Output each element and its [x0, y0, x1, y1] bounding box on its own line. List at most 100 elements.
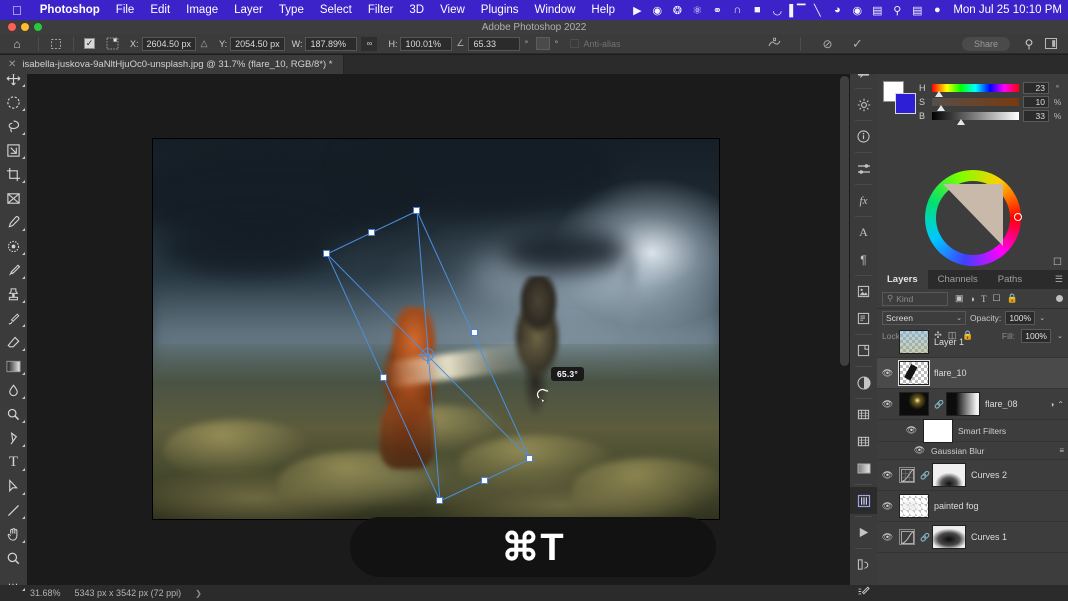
close-icon[interactable]: ✕: [8, 59, 16, 70]
layer-mask-thumbnail[interactable]: [932, 525, 966, 549]
arc-icon[interactable]: ◡: [767, 0, 787, 20]
antialias-checkbox[interactable]: Anti-alias: [562, 39, 620, 49]
lasso-tool[interactable]: [0, 114, 27, 138]
smart-filter-indicator-icon[interactable]: ◑: [1049, 400, 1054, 409]
transform-handle-corner[interactable]: [436, 497, 443, 504]
brush-settings-panel-icon[interactable]: [850, 578, 877, 601]
layer-name[interactable]: Gaussian Blur: [931, 446, 1054, 456]
actions-panel-icon[interactable]: [850, 337, 877, 364]
menu-3d[interactable]: 3D: [401, 4, 432, 16]
layer-name[interactable]: Smart Filters: [958, 426, 1068, 436]
control-center-icon[interactable]: ◉: [847, 0, 867, 20]
layer-thumbnail[interactable]: [899, 330, 929, 354]
wifi-icon[interactable]: ◕: [827, 0, 847, 20]
chevron-right-icon[interactable]: ❯: [195, 589, 202, 598]
rotate-angle-icon[interactable]: ∠: [452, 38, 468, 49]
toggle-reference-point-checkbox[interactable]: ✓: [84, 38, 95, 49]
globe-icon[interactable]: ⚛: [687, 0, 707, 20]
menu-window[interactable]: Window: [527, 4, 584, 16]
filter-blending-options-icon[interactable]: ≡: [1059, 446, 1068, 455]
layer-row-layer-1[interactable]: Layer 1: [877, 327, 1068, 358]
hand-tool[interactable]: [0, 522, 27, 546]
menu-select[interactable]: Select: [312, 4, 360, 16]
document-tab[interactable]: ✕ isabella-juskova-9aNltHjuOc0-unsplash.…: [0, 55, 344, 74]
menu-image[interactable]: Image: [178, 4, 226, 16]
layer-name[interactable]: flare_08: [985, 399, 1044, 409]
gradients-panel-icon[interactable]: [850, 455, 877, 482]
cancel-transform-icon[interactable]: ⊘: [819, 37, 835, 51]
delta-icon[interactable]: △: [196, 38, 212, 49]
zoom-level[interactable]: 31.68%: [30, 588, 61, 598]
home-icon[interactable]: ⌂: [0, 37, 34, 51]
layer-row-flare-08[interactable]: 👁 🔗 flare_08 ◑ ⌃: [877, 389, 1068, 420]
transform-handle-corner[interactable]: [323, 250, 330, 257]
chevron-up-icon[interactable]: ⌃: [1057, 400, 1064, 409]
layer-row-curves-1[interactable]: 👁 🔗 Curves 1: [877, 522, 1068, 553]
transform-handle-edge[interactable]: [481, 477, 488, 484]
transform-tool-icon[interactable]: [43, 38, 69, 50]
background-color-swatch[interactable]: [895, 93, 916, 114]
hue-value[interactable]: 23: [1023, 82, 1049, 94]
transform-handle-edge[interactable]: [471, 329, 478, 336]
timer-icon[interactable]: ⚭: [707, 0, 727, 20]
paragraph-panel-icon[interactable]: ¶: [850, 246, 877, 273]
filter-smart-object-icon[interactable]: 🔒: [1007, 293, 1018, 304]
timeline-panel-icon[interactable]: [850, 519, 877, 546]
adjustment-layer-icon[interactable]: [899, 467, 915, 483]
hue-slider-thumb[interactable]: [935, 91, 943, 97]
canvas-scrollbar-vertical[interactable]: [840, 76, 849, 366]
layer-mask-thumbnail[interactable]: [932, 463, 966, 487]
search-icon[interactable]: ⚲: [1018, 37, 1040, 51]
layer-effects-panel-icon[interactable]: fx: [850, 187, 877, 214]
swatches-panel-icon[interactable]: [850, 401, 877, 428]
visibility-toggle-icon[interactable]: 👁: [881, 501, 894, 512]
layer-row-smart-filters[interactable]: 👁 Smart Filters: [877, 420, 1068, 442]
adjustment-layer-icon[interactable]: [850, 369, 877, 396]
account-icon[interactable]: ▤: [907, 0, 927, 20]
layer-mask-link-icon[interactable]: 🔗: [920, 471, 927, 480]
spot-healing-brush-tool[interactable]: [0, 234, 27, 258]
libraries-panel-icon[interactable]: [850, 278, 877, 305]
layers-panel-icon[interactable]: [850, 487, 877, 514]
layer-mask-link-icon[interactable]: 🔗: [920, 533, 927, 542]
layer-thumbnail[interactable]: [899, 361, 929, 385]
saturation-slider-thumb[interactable]: [937, 105, 945, 111]
filter-type-icon[interactable]: T: [981, 294, 987, 304]
visibility-toggle-icon[interactable]: 👁: [881, 399, 894, 410]
y-field[interactable]: 2054.50 px: [230, 37, 285, 51]
notes-panel-icon[interactable]: [850, 305, 877, 332]
pen-tool[interactable]: [0, 426, 27, 450]
history-brush-tool[interactable]: [0, 306, 27, 330]
height-field[interactable]: 100.01%: [400, 37, 452, 51]
layer-name[interactable]: Curves 1: [971, 532, 1068, 542]
share-button[interactable]: Share: [962, 37, 1010, 51]
gradient-tool[interactable]: [0, 354, 27, 378]
clone-stamp-tool[interactable]: [0, 282, 27, 306]
smart-filter-mask-thumbnail[interactable]: [923, 419, 953, 443]
filter-adjustment-icon[interactable]: ◑: [970, 294, 975, 304]
blend-mode-select[interactable]: Screen ⌄: [882, 311, 966, 325]
layer-row-painted-fog[interactable]: 👁 painted fog: [877, 491, 1068, 522]
layer-list[interactable]: Layer 1 👁 flare_10 👁 🔗 flare_08: [877, 327, 1068, 585]
tab-channels[interactable]: Channels: [928, 270, 988, 289]
layer-mask-link-icon[interactable]: 🔗: [934, 400, 941, 409]
opacity-value[interactable]: 100%: [1005, 311, 1035, 325]
crop-tool[interactable]: [0, 162, 27, 186]
shape-tool[interactable]: [0, 498, 27, 522]
angle-field[interactable]: 65.33: [468, 37, 520, 51]
visibility-toggle-icon[interactable]: 👁: [881, 532, 894, 543]
eraser-tool[interactable]: [0, 330, 27, 354]
tab-layers[interactable]: Layers: [877, 270, 928, 289]
bookmark-icon[interactable]: ■: [747, 0, 767, 20]
menu-help[interactable]: Help: [583, 4, 623, 16]
visibility-toggle-icon[interactable]: 👁: [881, 470, 894, 481]
character-panel-icon[interactable]: A: [850, 219, 877, 246]
dodge-tool[interactable]: [0, 402, 27, 426]
image-canvas[interactable]: 65.3°: [153, 139, 719, 519]
canvas-area[interactable]: 65.3°: [27, 74, 850, 585]
marquee-tool[interactable]: [0, 90, 27, 114]
stats-icon[interactable]: ▌▔: [787, 0, 807, 20]
menu-filter[interactable]: Filter: [360, 4, 402, 16]
menu-plugins[interactable]: Plugins: [473, 4, 527, 16]
adjustments-panel-icon[interactable]: [850, 91, 877, 118]
